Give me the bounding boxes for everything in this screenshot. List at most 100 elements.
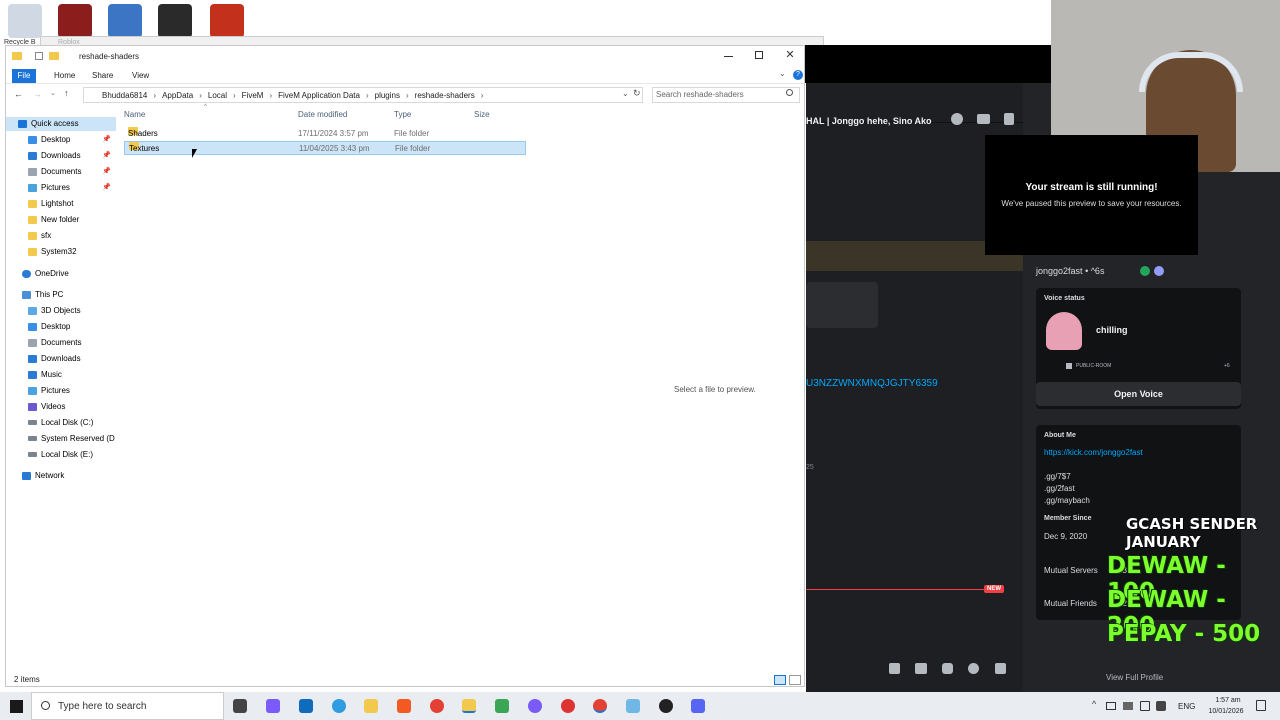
invite-code[interactable]: U3NZZWNXMNQJGJTY6359 xyxy=(806,378,938,389)
maximize-button[interactable] xyxy=(755,51,763,59)
nav-3d-objects[interactable]: 3D Objects xyxy=(6,304,116,318)
nav-pc-pictures[interactable]: Pictures xyxy=(6,384,116,398)
tray-icon-1[interactable] xyxy=(1106,702,1116,710)
breadcrumb-3[interactable]: Local xyxy=(208,91,227,100)
chrome-icon[interactable] xyxy=(430,699,444,713)
obs-icon[interactable] xyxy=(659,699,673,713)
network-tray-icon[interactable] xyxy=(1140,701,1150,711)
nav-system32[interactable]: System32 xyxy=(6,245,116,259)
nav-sfx[interactable]: sfx xyxy=(6,229,116,243)
column-date[interactable]: Date modified xyxy=(298,110,347,119)
nav-onedrive[interactable]: OneDrive xyxy=(6,267,116,281)
breadcrumb[interactable]: Bhudda6814 › AppData › Local › FiveM › FiveM… xyxy=(83,87,643,103)
large-icons-view-icon[interactable] xyxy=(789,675,801,685)
nav-this-pc[interactable]: This PC xyxy=(6,288,116,302)
nav-local-disk-e[interactable]: Local Disk (E:) xyxy=(6,448,116,462)
breadcrumb-7[interactable]: reshade-shaders xyxy=(415,91,475,100)
help-icon[interactable]: ? xyxy=(793,70,803,80)
view-full-profile-link[interactable]: View Full Profile xyxy=(1106,673,1163,682)
minimize-button[interactable] xyxy=(724,56,733,57)
clock-date[interactable]: 10/01/2026 xyxy=(1202,708,1250,715)
volume-icon[interactable] xyxy=(1156,701,1166,711)
messenger-icon[interactable] xyxy=(528,699,542,713)
nav-music[interactable]: Music xyxy=(6,368,116,382)
nav-local-disk-c[interactable]: Local Disk (C:) xyxy=(6,416,116,430)
tray-icon-2[interactable] xyxy=(1123,702,1133,710)
address-dropdown-icon[interactable]: ⌄ xyxy=(622,89,629,98)
apps-icon[interactable] xyxy=(995,663,1006,674)
gift-icon[interactable] xyxy=(889,663,900,674)
nav-pc-documents[interactable]: Documents xyxy=(6,336,116,350)
nav-pc-desktop[interactable]: Desktop xyxy=(6,320,116,334)
nav-pictures[interactable]: Pictures 📌 xyxy=(6,181,116,195)
nav-pc-downloads[interactable]: Downloads xyxy=(6,352,116,366)
breadcrumb-2[interactable]: AppData xyxy=(162,91,193,100)
game-launcher-icon[interactable] xyxy=(58,4,92,38)
nav-network[interactable]: Network xyxy=(6,469,116,483)
nav-downloads[interactable]: Downloads 📌 xyxy=(6,149,116,163)
recycle-bin-icon[interactable] xyxy=(8,4,42,38)
open-voice-button[interactable]: Open Voice xyxy=(1036,382,1241,406)
details-view-icon[interactable] xyxy=(774,675,786,685)
tab-home[interactable]: Home xyxy=(48,69,81,83)
discord-icon[interactable] xyxy=(691,699,705,713)
nav-lightshot[interactable]: Lightshot xyxy=(6,197,116,211)
language-indicator[interactable]: ENG xyxy=(1178,702,1195,711)
video-icon[interactable] xyxy=(977,114,990,124)
notification-icon[interactable] xyxy=(1256,700,1266,711)
tab-file[interactable]: File xyxy=(12,69,36,83)
properties-icon[interactable] xyxy=(35,52,43,60)
task-view-icon[interactable] xyxy=(233,699,247,713)
pin-icon[interactable] xyxy=(1004,113,1014,125)
tab-share[interactable]: Share xyxy=(86,69,119,83)
nav-videos[interactable]: Videos xyxy=(6,400,116,414)
edge-icon[interactable] xyxy=(332,699,346,713)
table-row-selected[interactable]: Textures 11/04/2025 3:43 pm File folder xyxy=(124,141,526,155)
clock-time[interactable]: 1:57 am xyxy=(1208,697,1248,704)
windows-start-icon[interactable] xyxy=(10,700,23,713)
tray-chevron-icon[interactable]: ^ xyxy=(1092,699,1096,709)
app-icon-green[interactable] xyxy=(495,699,509,713)
close-button[interactable]: ✕ xyxy=(782,47,798,63)
emoji-icon[interactable] xyxy=(968,663,979,674)
gif-icon[interactable] xyxy=(915,663,927,674)
python-icon[interactable] xyxy=(108,4,142,38)
nav-new-folder[interactable]: New folder xyxy=(6,213,116,227)
refresh-icon[interactable]: ↻ xyxy=(633,88,641,99)
table-row[interactable]: Shaders 17/11/2024 3:57 pm File folder xyxy=(124,127,526,141)
nav-system-reserved[interactable]: System Reserved (D xyxy=(6,432,116,446)
about-link[interactable]: https://kick.com/jonggo2fast xyxy=(1044,448,1143,457)
up-arrow-icon[interactable]: ↑ xyxy=(64,88,69,98)
app-icon-red[interactable] xyxy=(561,699,575,713)
explorer-titlebar[interactable]: reshade-shaders ✕ xyxy=(6,46,804,66)
shield-app-icon[interactable] xyxy=(210,4,244,38)
breadcrumb-1[interactable]: Bhudda6814 xyxy=(102,91,147,100)
forward-arrow-icon[interactable]: → xyxy=(33,89,42,99)
call-icon[interactable] xyxy=(951,113,963,125)
copilot-icon[interactable] xyxy=(266,699,280,713)
chrome-active-icon[interactable] xyxy=(593,699,607,713)
column-name[interactable]: Name xyxy=(124,110,145,119)
notepad-icon[interactable] xyxy=(626,699,640,713)
taskbar-search[interactable]: Type here to search xyxy=(31,692,224,720)
search-input[interactable]: Search reshade-shaders xyxy=(652,87,800,103)
tab-view[interactable]: View xyxy=(126,69,155,83)
column-size[interactable]: Size xyxy=(474,110,490,119)
breadcrumb-6[interactable]: plugins xyxy=(375,91,400,100)
nav-quick-access[interactable]: Quick access xyxy=(6,117,116,131)
file-explorer-taskbar-icon[interactable] xyxy=(462,699,476,713)
brave-icon[interactable] xyxy=(397,699,411,713)
expand-ribbon-icon[interactable]: ⌄ xyxy=(779,69,786,78)
app-crest-icon[interactable] xyxy=(158,4,192,38)
nav-documents[interactable]: Documents 📌 xyxy=(6,165,116,179)
recent-locations-icon[interactable]: ⌄ xyxy=(50,89,56,97)
breadcrumb-4[interactable]: FiveM xyxy=(242,91,264,100)
store-icon[interactable] xyxy=(364,699,378,713)
back-arrow-icon[interactable]: ← xyxy=(14,89,23,99)
nav-desktop[interactable]: Desktop 📌 xyxy=(6,133,116,147)
sticker-icon[interactable] xyxy=(942,663,953,674)
new-folder-icon[interactable] xyxy=(49,52,59,60)
outlook-icon[interactable] xyxy=(299,699,313,713)
breadcrumb-5[interactable]: FiveM Application Data xyxy=(278,91,360,100)
column-type[interactable]: Type xyxy=(394,110,411,119)
